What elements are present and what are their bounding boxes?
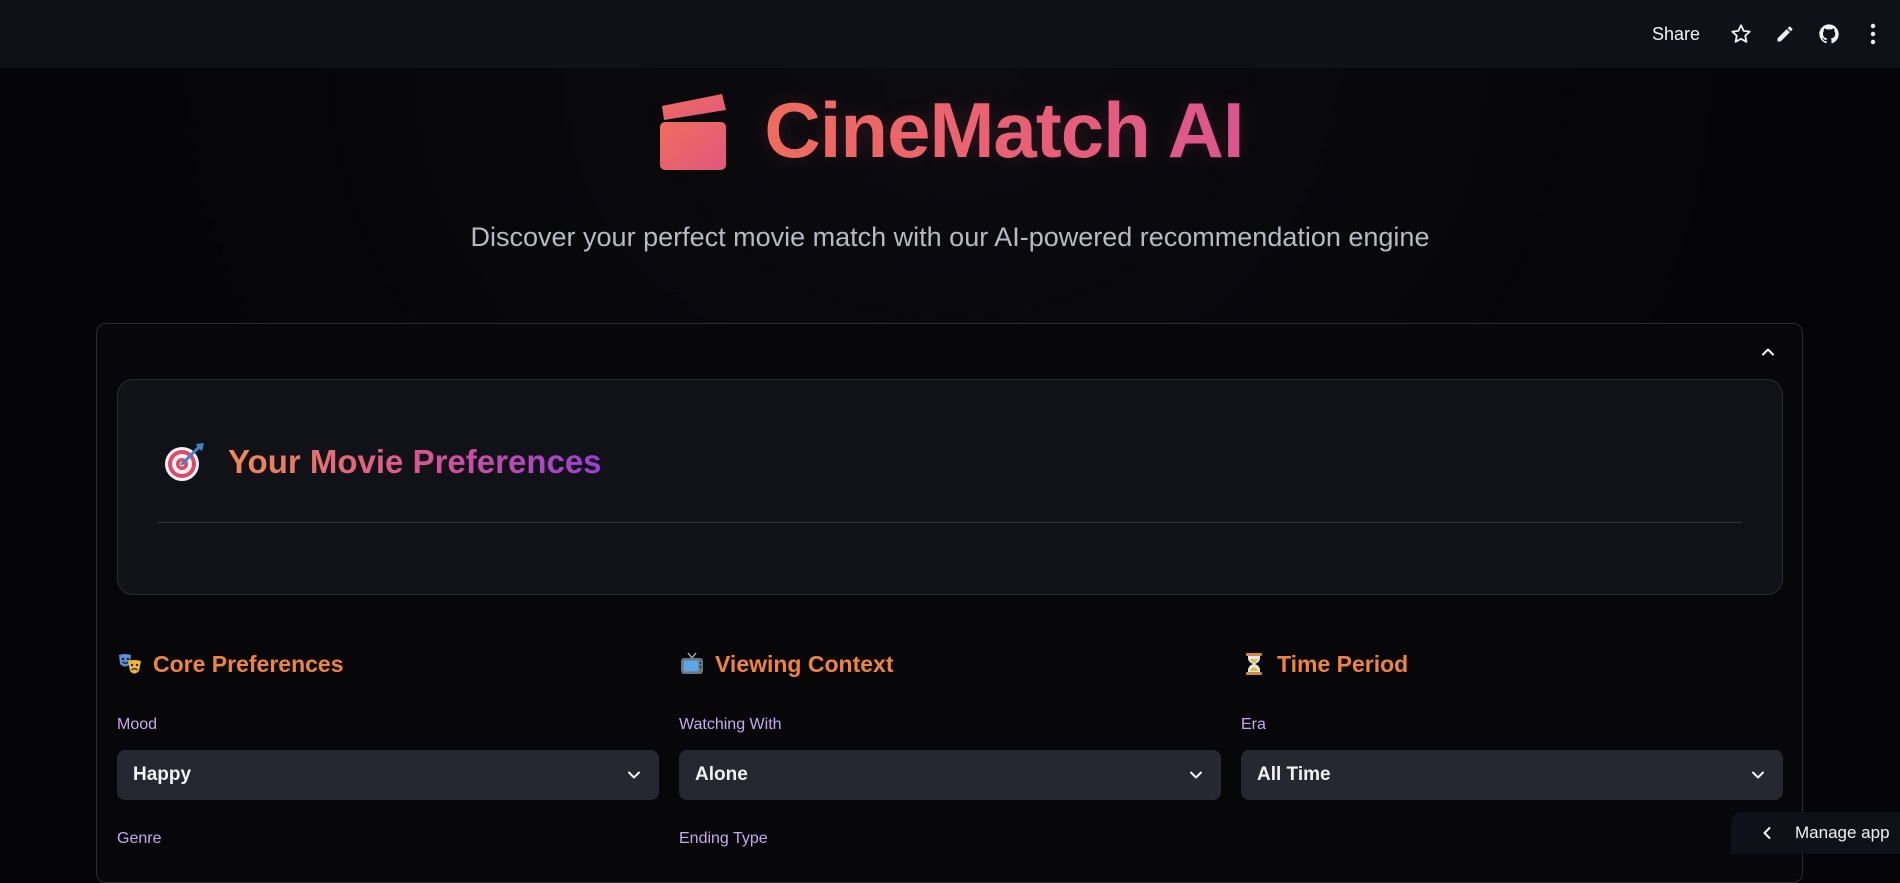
main-content: CineMatch AI Discover your perfect movie… — [0, 68, 1900, 883]
clapperboard-icon — [656, 88, 730, 172]
time-period-column: Time Period Era All Time — [1241, 646, 1783, 800]
preferences-heading: Your Movie Preferences — [228, 443, 602, 480]
mood-select[interactable]: Happy — [117, 750, 659, 800]
section-title: Time Period — [1277, 650, 1409, 677]
television-icon — [679, 651, 705, 677]
ending-type-label: Ending Type — [679, 830, 768, 847]
era-select[interactable]: All Time — [1241, 750, 1783, 800]
mood-selected-value: Happy — [133, 764, 192, 785]
manage-app-button[interactable]: Manage app — [1731, 812, 1900, 854]
chevron-down-icon — [1749, 766, 1767, 784]
chevron-down-icon — [625, 766, 643, 784]
theater-masks-icon — [117, 651, 143, 677]
star-icon[interactable] — [1728, 21, 1754, 47]
app-title: CineMatch AI — [0, 80, 1900, 180]
share-button[interactable]: Share — [1652, 24, 1700, 45]
era-label: Era — [1241, 716, 1266, 733]
app-title-text: CineMatch AI — [764, 85, 1244, 174]
watching-with-selected-value: Alone — [695, 764, 748, 785]
viewing-context-column: Viewing Context Watching With Alone Endi… — [679, 646, 1221, 850]
hourglass-icon — [1241, 651, 1267, 677]
app-subtitle: Discover your perfect movie match with o… — [470, 222, 1430, 252]
watching-with-label: Watching With — [679, 716, 782, 733]
genre-label: Genre — [117, 830, 162, 847]
chevron-left-icon — [1759, 825, 1775, 841]
mood-label: Mood — [117, 716, 158, 733]
divider — [158, 522, 1742, 523]
top-toolbar: Share — [0, 0, 1900, 68]
edit-pencil-icon[interactable] — [1772, 21, 1798, 47]
preferences-expander: Your Movie Preferences Core Preferences … — [96, 323, 1803, 883]
core-preferences-column: Core Preferences Mood Happy Genre — [117, 646, 659, 850]
section-title: Core Preferences — [153, 650, 344, 677]
collapse-chevron-up-icon[interactable] — [1756, 340, 1780, 364]
more-menu-icon[interactable] — [1860, 21, 1886, 47]
manage-app-label: Manage app — [1795, 823, 1890, 842]
github-icon[interactable] — [1816, 21, 1842, 47]
era-selected-value: All Time — [1257, 764, 1331, 785]
chevron-down-icon — [1187, 766, 1205, 784]
target-dart-icon — [162, 440, 206, 484]
section-title: Viewing Context — [715, 650, 894, 677]
watching-with-select[interactable]: Alone — [679, 750, 1221, 800]
preferences-header-card: Your Movie Preferences — [117, 379, 1783, 595]
